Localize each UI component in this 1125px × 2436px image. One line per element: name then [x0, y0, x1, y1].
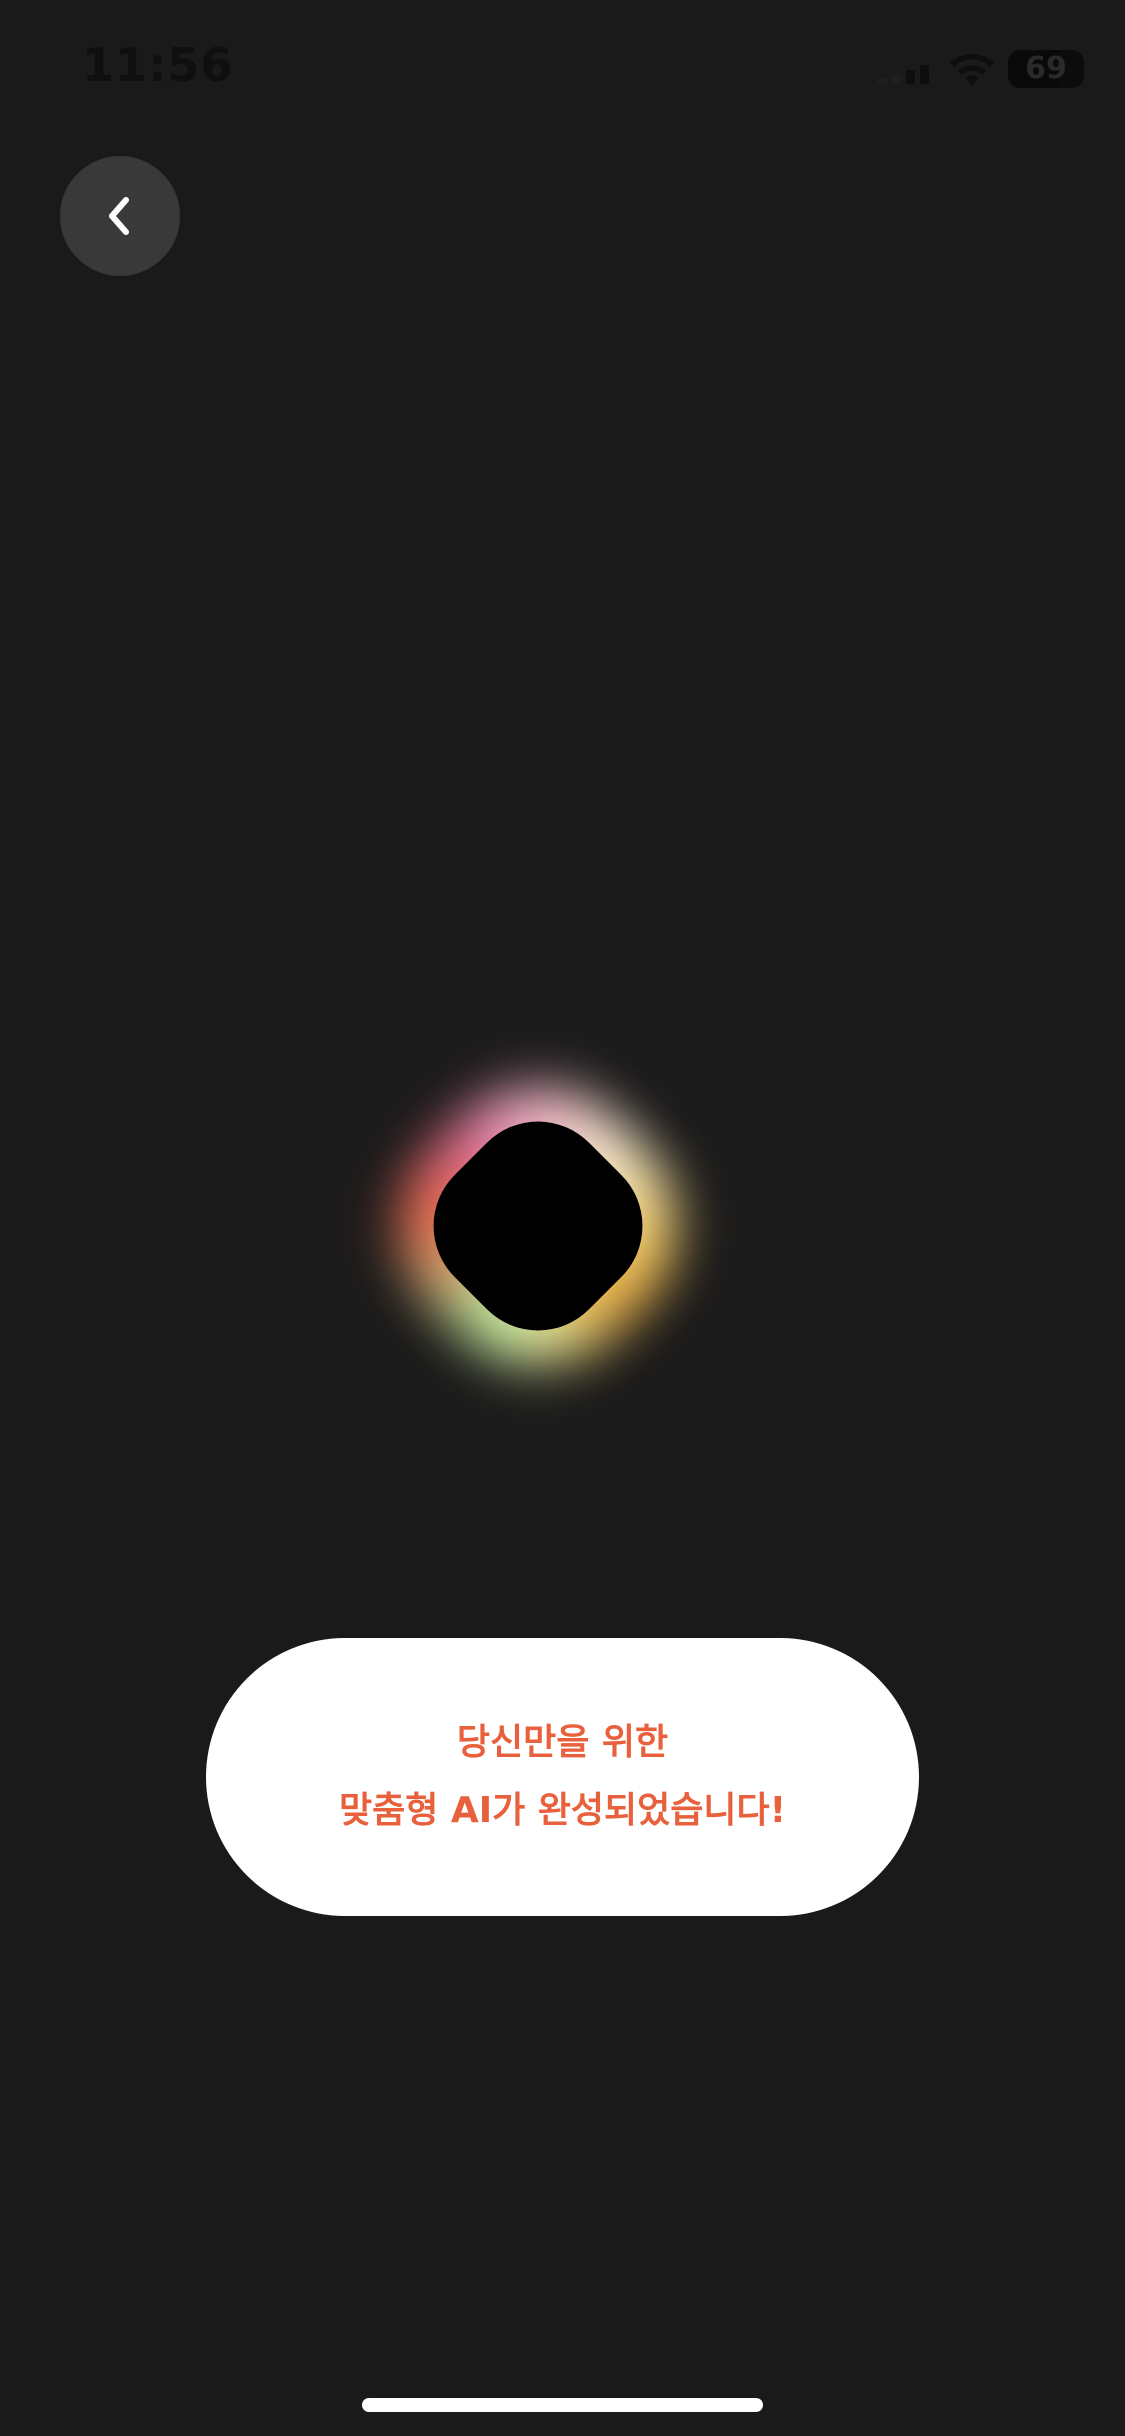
message-line-2: 맞춤형 AI가 완성되었습니다!: [338, 1790, 787, 1831]
home-indicator[interactable]: [362, 2398, 763, 2412]
message-line-1: 당신만을 위한: [456, 1722, 669, 1763]
ai-orb: [354, 1042, 722, 1410]
completion-message-card: 당신만을 위한 맞춤형 AI가 완성되었습니다!: [206, 1638, 919, 1916]
battery-level: 69: [1025, 51, 1067, 86]
orb-core: [403, 1091, 673, 1361]
chevron-left-icon: [109, 197, 129, 235]
battery-icon: 69: [1008, 50, 1084, 88]
cellular-signal-icon: [878, 65, 929, 84]
wifi-icon: [950, 53, 994, 86]
back-button[interactable]: [60, 156, 180, 276]
status-time: 11:56: [82, 38, 234, 92]
status-bar: 11:56 69: [0, 0, 1125, 140]
